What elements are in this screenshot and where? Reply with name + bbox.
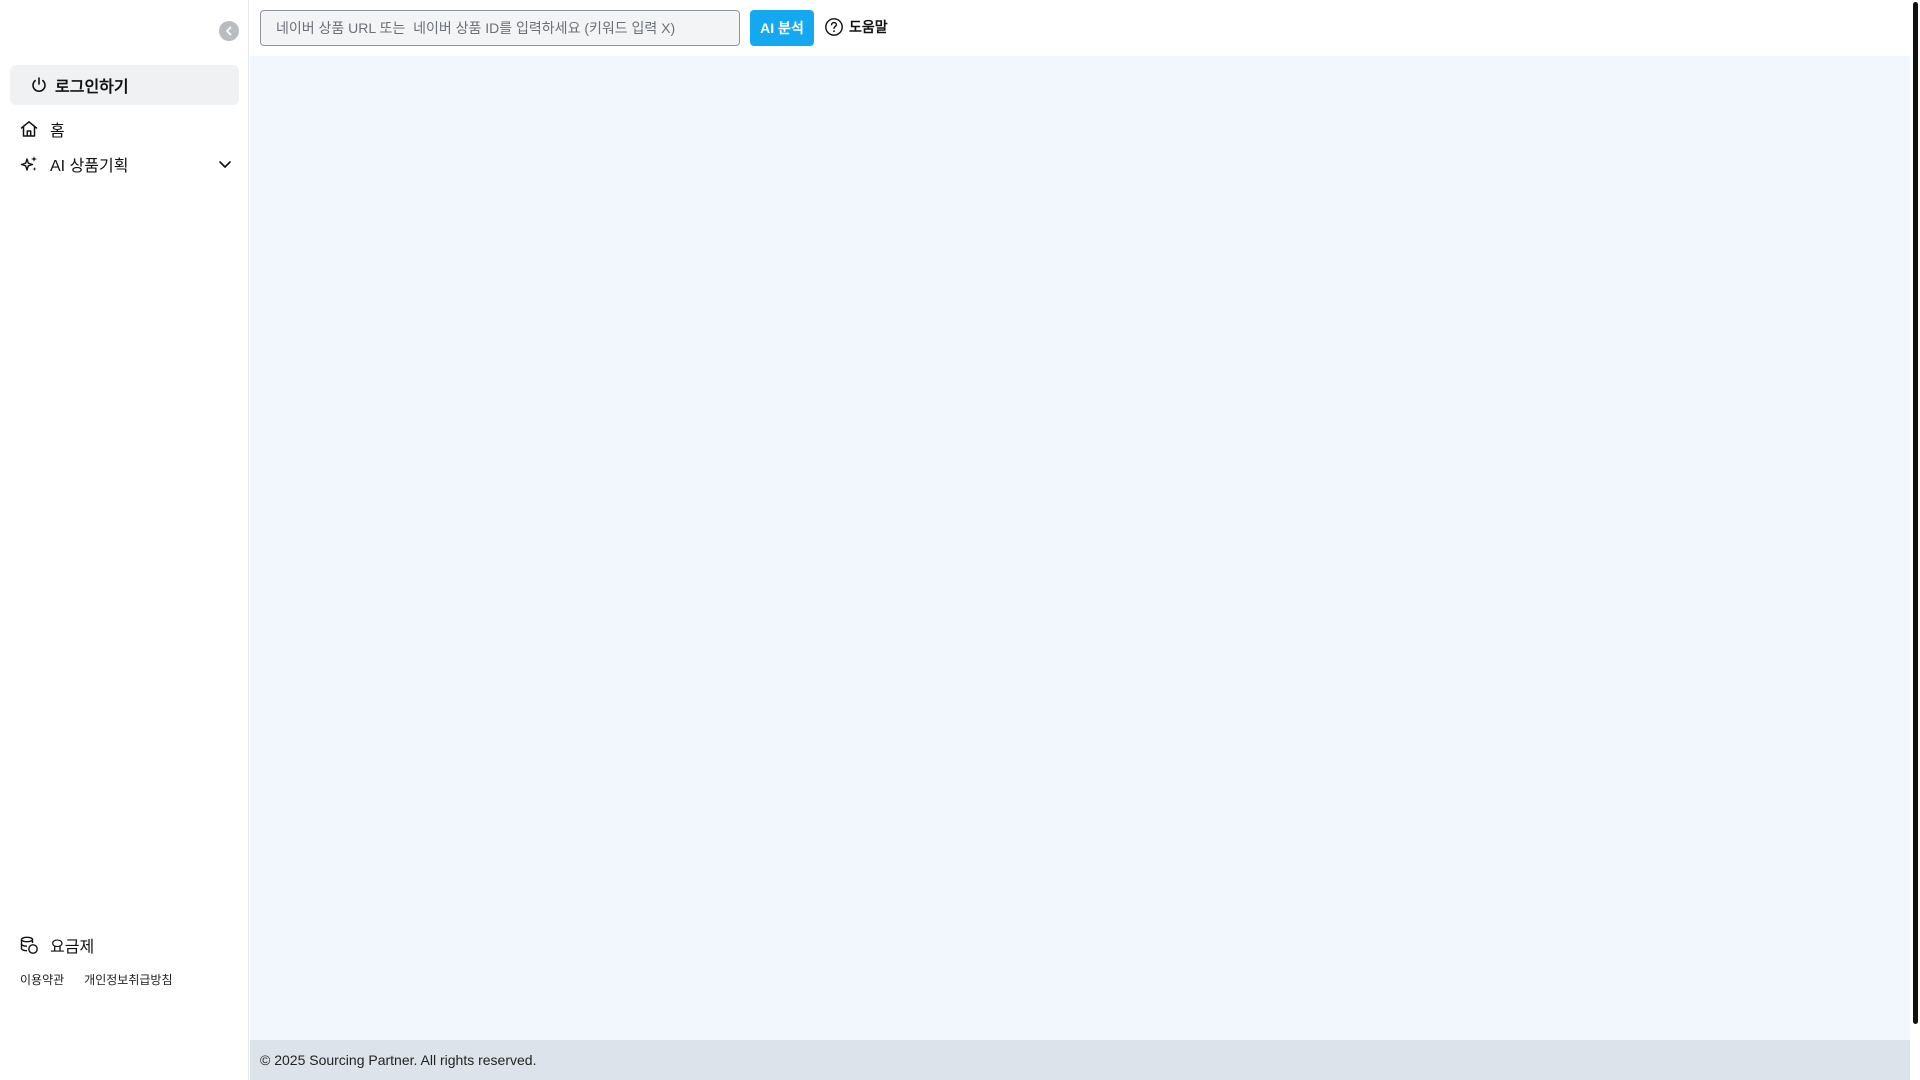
sidebar-collapse-button[interactable] [219, 21, 239, 41]
sidebar: 로그인하기 홈 AI 상품기획 요금제 이용약관 개인정보취급방침 [0, 0, 249, 1080]
login-label: 로그인하기 [55, 79, 129, 96]
power-icon [30, 76, 48, 94]
privacy-policy-link[interactable]: 개인정보취급방침 [84, 971, 172, 988]
scrollbar-thumb[interactable] [1913, 2, 1918, 1024]
login-button[interactable]: 로그인하기 [10, 65, 239, 105]
ai-analyze-button[interactable]: AI 분석 [750, 10, 814, 46]
sidebar-item-label: 요금제 [50, 939, 95, 956]
top-bar: AI 분석 도움말 [250, 0, 1910, 56]
copyright-text: © 2025 Sourcing Partner. All rights rese… [260, 1052, 537, 1068]
sidebar-item-label: 홈 [50, 123, 65, 140]
sidebar-footer-links: 이용약관 개인정보취급방침 [20, 971, 173, 988]
home-icon [19, 119, 39, 139]
coins-icon [19, 935, 39, 955]
help-label: 도움말 [849, 19, 888, 35]
help-circle-icon [824, 17, 844, 37]
sidebar-item-pricing[interactable]: 요금제 [10, 929, 239, 961]
terms-link[interactable]: 이용약관 [20, 971, 64, 988]
help-button[interactable]: 도움말 [824, 17, 888, 37]
sidebar-item-home[interactable]: 홈 [10, 113, 239, 145]
chevron-left-icon [223, 25, 235, 37]
sidebar-item-label: AI 상품기획 [50, 158, 129, 175]
product-search-input[interactable] [260, 10, 740, 46]
main-content [250, 56, 1910, 1040]
sparkles-icon [19, 154, 39, 174]
chevron-down-icon[interactable] [217, 156, 233, 172]
sidebar-item-ai-planning[interactable]: AI 상품기획 [10, 148, 239, 180]
page-footer: © 2025 Sourcing Partner. All rights rese… [250, 1040, 1910, 1080]
